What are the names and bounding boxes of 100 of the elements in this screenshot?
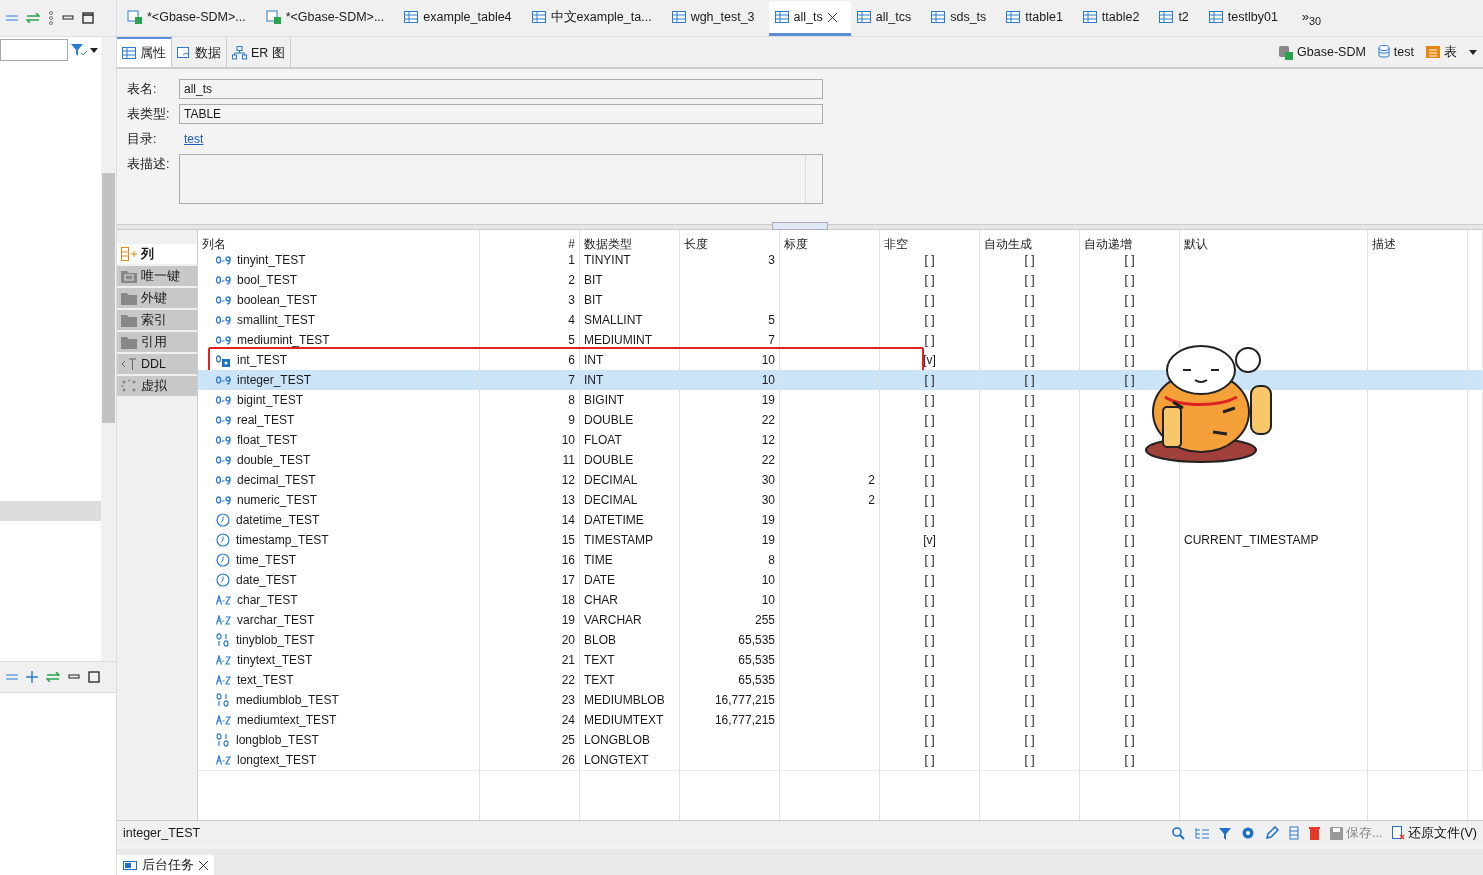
catalog-link[interactable]: test [179, 129, 204, 149]
table-row[interactable]: numeric_TEST 13 DECIMAL 30 2 [ ] [ ] [ ] [198, 490, 1483, 510]
table-row[interactable]: datetime_TEST 14 DATETIME 19 [ ] [ ] [ ] [198, 510, 1483, 530]
table-row[interactable]: bigint_TEST 8 BIGINT 19 [ ] [ ] [ ] [198, 390, 1483, 410]
checkbox-text: [ ] [1024, 572, 1035, 589]
table-row[interactable]: real_TEST 9 DOUBLE 22 [ ] [ ] [ ] [198, 410, 1483, 430]
table-row[interactable]: timestamp_TEST 15 TIMESTAMP 19 [v] [ ] [ ] CURRENT_TIMESTAMP [198, 530, 1483, 550]
table-row[interactable]: tinyblob_TEST 20 BLOB 65,535 [ ] [ ] [ ] [198, 630, 1483, 650]
table-cell-text: 6 [568, 352, 575, 369]
table-cell-text: 17 [561, 572, 575, 589]
table-row[interactable]: tinytext_TEST 21 TEXT 65,535 [ ] [ ] [ ] [198, 650, 1483, 670]
table-icon [671, 11, 686, 23]
column-name: real_TEST [237, 412, 295, 429]
column-name: bigint_TEST [237, 392, 304, 409]
editor-tab[interactable]: all_tcs [850, 1, 926, 36]
binary-type-icon [216, 693, 230, 707]
context-selector[interactable]: test [1377, 45, 1414, 59]
table-cell-text: INT [584, 352, 604, 369]
splitter-handle[interactable] [772, 222, 828, 230]
checkbox-text: [ ] [924, 472, 935, 489]
search-field[interactable] [0, 39, 68, 61]
editor-tab[interactable]: wgh_test_3 [665, 1, 769, 36]
table-row[interactable]: varchar_TEST 19 VARCHAR 255 [ ] [ ] [ ] [198, 610, 1483, 630]
checkbox-text: [ ] [924, 712, 935, 729]
table-cell-text: 30 [761, 472, 775, 489]
side-tab[interactable]: 唯一键 [117, 266, 197, 286]
side-tab[interactable]: 虚拟 [117, 376, 197, 396]
revert-button[interactable]: 还原文件(V) [1392, 824, 1477, 842]
table-type-field[interactable]: TABLE [179, 104, 823, 124]
table-cell-text: CURRENT_TIMESTAMP [1184, 532, 1319, 549]
table-icon [1006, 11, 1021, 23]
table-cell-text: 23 [561, 692, 575, 709]
table-row[interactable]: int_TEST 6 INT 10 [v] [ ] [ ] [198, 350, 1483, 370]
table-row[interactable]: mediumint_TEST 5 MEDIUMINT 7 [ ] [ ] [ ] [198, 330, 1483, 350]
editor-tab[interactable]: t2 [1153, 1, 1203, 36]
settings-icon [1240, 826, 1255, 840]
background-tasks-tab[interactable]: 后台任务 [117, 855, 214, 875]
editor-tab[interactable]: 中文example_ta... [525, 1, 666, 36]
editor-tab[interactable]: example_table4 [398, 1, 526, 36]
table-row[interactable]: mediumtext_TEST 24 MEDIUMTEXT 16,777,215 [ ] [ ] [ ] [198, 710, 1483, 730]
checkbox-text: [ ] [1024, 372, 1035, 389]
collapse-icon [6, 673, 18, 681]
side-tab[interactable]: 引用 [117, 332, 197, 352]
editor-tab[interactable]: all_ts [768, 1, 851, 36]
table-row[interactable]: boolean_TEST 3 BIT [ ] [ ] [ ] [198, 290, 1483, 310]
table-row[interactable]: float_TEST 10 FLOAT 12 [ ] [ ] [ ] [198, 430, 1483, 450]
context-selector[interactable]: 表 [1426, 43, 1457, 61]
table-row[interactable]: decimal_TEST 12 DECIMAL 30 2 [ ] [ ] [ ] [198, 470, 1483, 490]
table-cell-text: 14 [561, 512, 575, 529]
side-tab[interactable]: 索引 [117, 310, 197, 330]
table-row[interactable]: mediumblob_TEST 23 MEDIUMBLOB 16,777,215 [ ] [ ] [ ] [198, 690, 1483, 710]
more-tabs-button[interactable]: »$_{30}$ [1291, 9, 1332, 27]
editor-tab[interactable]: *<Gbase-SDM>... [259, 1, 399, 36]
column-name: mediumtext_TEST [237, 712, 337, 729]
checkbox-text: [ ] [1124, 272, 1135, 289]
editor-tab[interactable]: testlby01 [1202, 1, 1292, 36]
description-field[interactable] [179, 154, 823, 204]
table-cell-text: 10 [761, 572, 775, 589]
table-row[interactable]: integer_TEST 7 INT 10 [ ] [ ] [ ] [198, 370, 1483, 390]
view-tab[interactable]: ER 图 [227, 37, 291, 67]
column-name: text_TEST [237, 672, 294, 689]
column-name: double_TEST [237, 452, 311, 469]
checkbox-text: [ ] [1124, 712, 1135, 729]
table-row[interactable]: longblob_TEST 25 LONGBLOB [ ] [ ] [ ] [198, 730, 1483, 750]
side-tab[interactable]: 外键 [117, 288, 197, 308]
table-row[interactable]: date_TEST 17 DATE 10 [ ] [ ] [ ] [198, 570, 1483, 590]
table-cell-text: 15 [561, 532, 575, 549]
checkbox-text: [ ] [1024, 452, 1035, 469]
table-row[interactable]: text_TEST 22 TEXT 65,535 [ ] [ ] [ ] [198, 670, 1483, 690]
editor-tab[interactable]: sds_ts [925, 1, 1001, 36]
context-selector[interactable]: Gbase-SDM [1278, 44, 1366, 60]
side-tab[interactable]: 列 [117, 244, 197, 264]
table-row[interactable]: bool_TEST 2 BIT [ ] [ ] [ ] [198, 270, 1483, 290]
tree-list-icon [1194, 826, 1209, 840]
table-row[interactable]: smallint_TEST 4 SMALLINT 5 [ ] [ ] [ ] [198, 310, 1483, 330]
table-cell-text: DOUBLE [584, 412, 634, 429]
table-cell-text: TEXT [584, 652, 615, 669]
folder-icon [121, 269, 137, 283]
view-tab[interactable]: 属性 [117, 37, 172, 67]
editor-tab[interactable]: ttable2 [1076, 1, 1154, 36]
editor-tab[interactable]: *<Gbase-SDM>... [121, 1, 260, 36]
table-cell-text: DECIMAL [584, 492, 638, 509]
scrollbar[interactable] [101, 37, 116, 661]
side-tab[interactable]: DDL [117, 354, 197, 374]
checkbox-text: [ ] [924, 692, 935, 709]
editor-tab[interactable]: ttable1 [1000, 1, 1077, 36]
table-row[interactable]: time_TEST 16 TIME 8 [ ] [ ] [ ] [198, 550, 1483, 570]
table-row[interactable]: longtext_TEST 26 LONGTEXT [ ] [ ] [ ] [198, 750, 1483, 770]
checkbox-text: [ ] [1124, 512, 1135, 529]
table-row[interactable]: double_TEST 11 DOUBLE 22 [ ] [ ] [ ] [198, 450, 1483, 470]
checkbox-text: [ ] [924, 752, 935, 769]
table-row[interactable]: char_TEST 18 CHAR 10 [ ] [ ] [ ] [198, 590, 1483, 610]
checkbox-text: [ ] [1024, 512, 1035, 529]
checkbox-text: [ ] [1024, 652, 1035, 669]
table-cell-text: 26 [561, 752, 575, 769]
checkbox-text: [ ] [1124, 432, 1135, 449]
column-name: decimal_TEST [237, 472, 316, 489]
view-tab[interactable]: 数据 [172, 37, 227, 67]
table-cell-text: 1 [568, 252, 575, 269]
table-name-field[interactable]: all_ts [179, 79, 823, 99]
